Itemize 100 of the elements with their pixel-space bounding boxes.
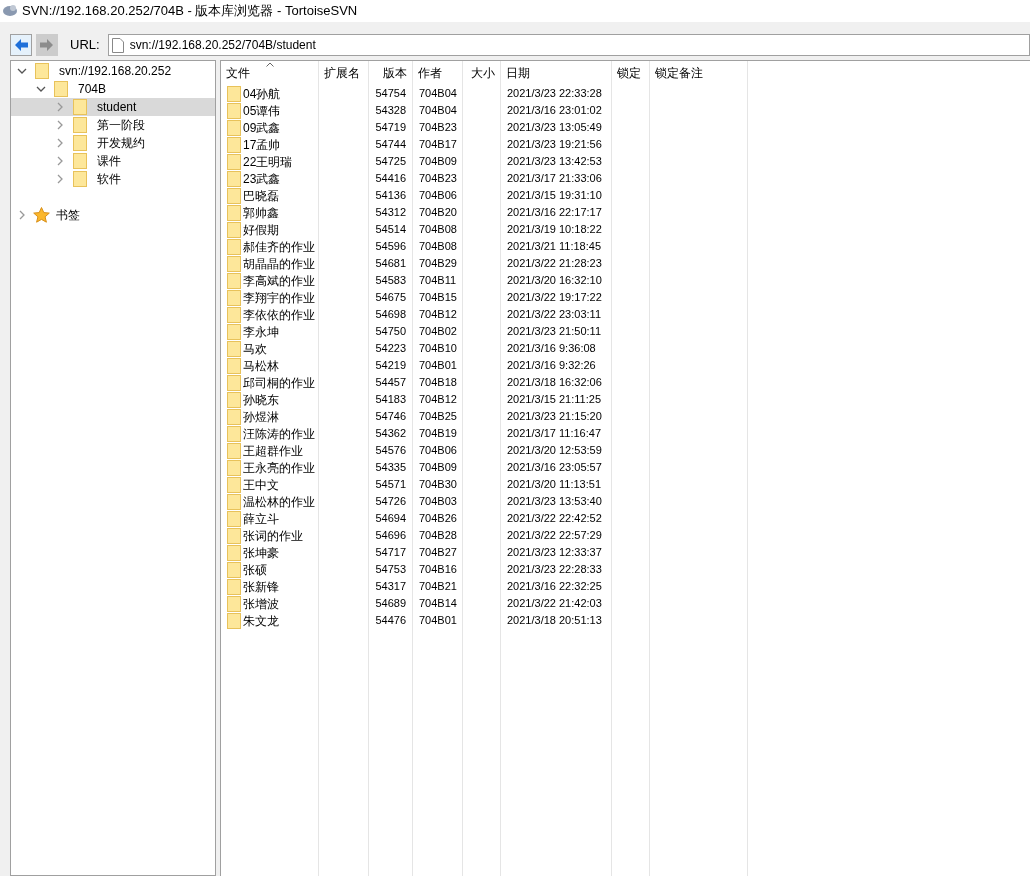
file-name[interactable]: 张硕 [243,560,267,579]
file-name[interactable]: 郝佳齐的作业 [243,237,315,256]
tree-item[interactable]: 第一阶段 [11,116,215,134]
table-cell-text: 54725 [374,154,407,170]
file-name[interactable]: 04孙航 [243,84,281,103]
folder-icon [227,85,241,102]
table-cell-text: 54746 [374,409,407,425]
table-cell-text: 54753 [374,562,407,578]
folder-icon [227,119,241,136]
file-name[interactable]: 郭帅鑫 [243,203,279,222]
file-name[interactable]: 马欢 [243,339,267,358]
tree-item[interactable]: student [11,98,215,116]
tree-item[interactable]: 书签 [11,206,215,224]
folder-icon [227,425,241,442]
table-cell-text: 2021/3/16 9:32:26 [506,358,597,374]
file-name[interactable]: 22王明瑞 [243,152,293,171]
file-name[interactable]: 王中文 [243,475,279,494]
table-cell-text: 704B01 [418,613,458,629]
url-field[interactable]: svn://192.168.20.252/704B/student [107,34,1030,56]
file-name[interactable]: 张词的作业 [243,526,303,545]
file-name[interactable]: 温松林的作业 [243,492,315,511]
table-cell-text: 2021/3/22 19:17:22 [506,290,603,306]
file-name[interactable]: 王永亮的作业 [243,458,315,477]
table-cell-text: 54457 [374,375,407,391]
tree-item[interactable]: 软件 [11,170,215,188]
table-cell-text: 2021/3/21 11:18:45 [506,239,602,255]
table-cell-text: 2021/3/22 22:57:29 [506,528,603,544]
table-cell-text: 54696 [374,528,407,544]
folder-icon [227,510,241,527]
table-cell-text: 704B27 [418,545,458,561]
folder-icon [227,102,241,119]
file-name[interactable]: 05谭伟 [243,101,281,120]
star-icon [33,207,50,223]
file-name[interactable]: 胡晶晶的作业 [243,254,315,273]
tree-item[interactable]: 704B [11,80,215,98]
table-cell-text: 54681 [374,256,407,272]
file-name[interactable]: 李永坤 [243,322,279,341]
file-name[interactable]: 邱司桐的作业 [243,373,315,392]
collapsed-chevron-icon[interactable] [17,210,27,220]
file-name[interactable]: 马松林 [243,356,279,375]
table-cell-text: 704B10 [418,341,458,357]
folder-icon [227,323,241,340]
column-header[interactable]: 锁定备注 [650,61,747,85]
column-header[interactable]: 文件 [221,61,318,85]
column-header[interactable]: 日期 [501,61,611,85]
column-header[interactable]: 锁定 [612,61,649,85]
back-button[interactable] [10,34,32,56]
table-cell-text: 2021/3/20 12:53:59 [506,443,603,459]
folder-icon [227,442,241,459]
table-cell-text: 2021/3/23 12:33:37 [506,545,603,561]
tree-item[interactable]: 课件 [11,152,215,170]
table-cell-text: 54183 [374,392,407,408]
folder-icon [227,170,241,187]
table-cell-text: 54219 [374,358,407,374]
file-name[interactable]: 李依依的作业 [243,305,315,324]
table-cell-text: 54583 [374,273,407,289]
file-name[interactable]: 孙煜淋 [243,407,279,426]
left-arrow-icon [14,38,28,52]
table-cell-text: 2021/3/16 22:32:25 [506,579,603,595]
file-name[interactable]: 李翔宇的作业 [243,288,315,307]
file-name[interactable]: 09武鑫 [243,118,281,137]
file-name[interactable]: 张坤豪 [243,543,279,562]
tree-item[interactable]: 开发规约 [11,134,215,152]
table-cell-text: 2021/3/22 22:42:52 [506,511,603,527]
folder-icon [227,391,241,408]
file-name[interactable]: 好假期 [243,220,279,239]
column-header[interactable]: 大小 [463,61,500,85]
file-name[interactable]: 薛立斗 [243,509,279,528]
column-header[interactable]: 扩展名 [319,61,368,85]
table-cell-text: 704B12 [418,392,458,408]
column-header[interactable]: 版本 [369,61,412,85]
table-cell-text: 2021/3/23 22:28:33 [506,562,603,578]
file-name[interactable]: 汪陈涛的作业 [243,424,315,443]
table-cell-text: 704B02 [418,324,458,340]
file-name[interactable]: 孙晓东 [243,390,279,409]
folder-icon [227,374,241,391]
file-name[interactable]: 张增波 [243,594,279,613]
table-cell-text: 704B20 [418,205,458,221]
file-name[interactable]: 李高斌的作业 [243,271,315,290]
table-cell-text: 2021/3/23 13:53:40 [506,494,603,510]
file-name[interactable]: 张新锋 [243,577,279,596]
column-header[interactable]: 作者 [413,61,462,85]
table-cell-text: 2021/3/23 19:21:56 [506,137,603,153]
folder-icon [227,595,241,612]
folder-icon [227,493,241,510]
table-cell-text: 704B16 [418,562,458,578]
file-name[interactable]: 巴晓磊 [243,186,279,205]
table-cell-text: 54317 [374,579,407,595]
folder-icon [227,221,241,238]
table-cell-text: 704B26 [418,511,458,527]
file-name[interactable]: 朱文龙 [243,611,279,630]
file-name[interactable]: 王超群作业 [243,441,303,460]
folder-icon [227,306,241,323]
file-name[interactable]: 17孟帅 [243,135,281,154]
folder-icon [227,204,241,221]
tree-item[interactable]: svn://192.168.20.252 [11,62,215,80]
folder-icon [227,187,241,204]
file-name[interactable]: 23武鑫 [243,169,281,188]
table-cell-text: 54328 [374,103,407,119]
table-cell-text: 54223 [374,341,407,357]
